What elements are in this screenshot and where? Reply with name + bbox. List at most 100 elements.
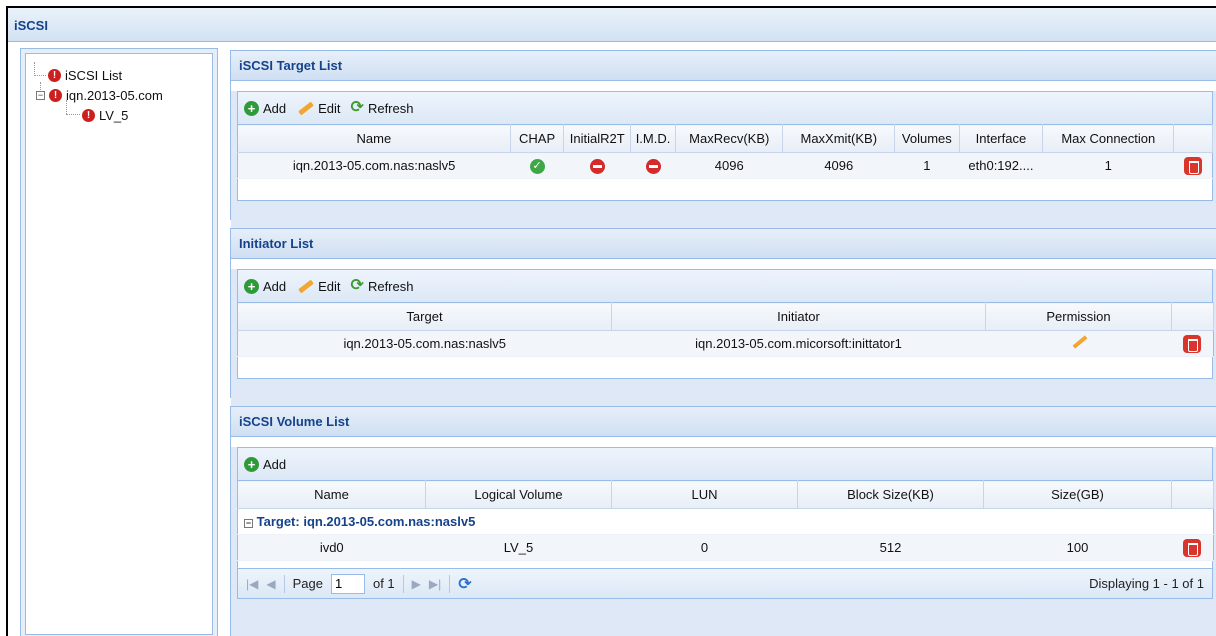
column-header[interactable]: Name bbox=[237, 480, 426, 509]
first-page-icon[interactable]: |◀ bbox=[246, 577, 258, 591]
table-row[interactable]: iqn.2013-05.com.nas:naslv5 ✓ 4096 4096 1… bbox=[237, 152, 1213, 179]
page-label: Page bbox=[292, 576, 323, 591]
panel-body: + Add Edit ⟳ Refresh Target Initiator Pe… bbox=[231, 269, 1216, 407]
main-header: iSCSI bbox=[8, 8, 1216, 42]
column-header[interactable]: InitialR2T bbox=[563, 124, 631, 153]
tree-connector bbox=[66, 100, 67, 114]
maxxmit-cell: 4096 bbox=[782, 152, 895, 179]
panel-header: iSCSI Target List bbox=[231, 51, 1216, 81]
tree-item-lv[interactable]: ! LV_5 bbox=[82, 108, 128, 123]
refresh-target-button[interactable]: ⟳ Refresh bbox=[350, 99, 414, 116]
add-icon: + bbox=[244, 100, 259, 116]
edit-pencil-icon bbox=[296, 101, 314, 115]
column-header[interactable]: Max Connection bbox=[1042, 124, 1175, 153]
initiator-name-cell: iqn.2013-05.com.micorsoft:inittator1 bbox=[611, 330, 986, 357]
column-header[interactable]: MaxXmit(KB) bbox=[782, 124, 896, 153]
column-header[interactable]: Interface bbox=[959, 124, 1044, 153]
volumes-cell: 1 bbox=[894, 152, 960, 179]
column-header[interactable]: Initiator bbox=[611, 302, 986, 331]
iscsi-target-icon: ! bbox=[48, 69, 61, 82]
delete-cell bbox=[1173, 152, 1213, 179]
column-header[interactable]: Name bbox=[237, 124, 511, 153]
initiator-target-cell: iqn.2013-05.com.nas:naslv5 bbox=[237, 330, 612, 357]
iscsi-target-icon: ! bbox=[49, 89, 62, 102]
column-header[interactable]: Block Size(KB) bbox=[797, 480, 984, 509]
collapse-toggle-icon[interactable]: − bbox=[36, 91, 45, 100]
volume-list-panel: iSCSI Volume List + Add Name Logical Vol… bbox=[230, 406, 1216, 636]
column-header[interactable]: LUN bbox=[611, 480, 798, 509]
refresh-icon[interactable]: ⟳ bbox=[458, 574, 471, 594]
panel-body: + Add Edit ⟳ Refresh Name CHAP InitialR2… bbox=[231, 91, 1216, 229]
block-size-cell: 512 bbox=[797, 534, 984, 561]
table-header-row: Name Logical Volume LUN Block Size(KB) S… bbox=[237, 480, 1214, 509]
column-header[interactable]: Target bbox=[237, 302, 612, 331]
initiator-table: Target Initiator Permission iqn.2013-05.… bbox=[237, 302, 1214, 357]
page-title: iSCSI bbox=[14, 18, 48, 33]
column-header[interactable]: Volumes bbox=[894, 124, 960, 153]
button-label: Edit bbox=[318, 100, 341, 116]
last-page-icon[interactable]: ▶| bbox=[429, 577, 441, 591]
table-empty-area bbox=[237, 561, 1213, 569]
table-header-row: Name CHAP InitialR2T I.M.D. MaxRecv(KB) … bbox=[237, 124, 1213, 153]
permission-cell bbox=[985, 330, 1172, 357]
edit-pencil-icon bbox=[296, 279, 314, 293]
edit-pencil-icon[interactable] bbox=[1069, 334, 1089, 350]
tree-item-target[interactable]: − ! iqn.2013-05.com bbox=[36, 88, 163, 103]
edit-target-button[interactable]: Edit bbox=[296, 101, 340, 116]
group-header: − Target: iqn.2013-05.com.nas:naslv5 bbox=[237, 508, 1214, 535]
add-icon: + bbox=[244, 278, 259, 294]
initiator-toolbar: + Add Edit ⟳ Refresh bbox=[237, 269, 1213, 302]
volume-table: Name Logical Volume LUN Block Size(KB) S… bbox=[237, 480, 1214, 561]
trash-icon[interactable] bbox=[1183, 156, 1202, 175]
column-header[interactable]: Size(GB) bbox=[983, 480, 1172, 509]
next-page-icon[interactable]: ▶ bbox=[412, 577, 421, 591]
target-name-cell: iqn.2013-05.com.nas:naslv5 bbox=[237, 152, 511, 179]
column-header[interactable]: MaxRecv(KB) bbox=[675, 124, 784, 153]
lun-cell: 0 bbox=[611, 534, 798, 561]
edit-initiator-button[interactable]: Edit bbox=[296, 279, 340, 294]
trash-icon[interactable] bbox=[1183, 538, 1202, 557]
imd-cell bbox=[630, 152, 676, 179]
refresh-icon: ⟳ bbox=[350, 277, 364, 294]
tree-item-iscsi-list[interactable]: ! iSCSI List bbox=[48, 68, 122, 83]
tree-connector bbox=[34, 62, 35, 76]
separator bbox=[283, 574, 285, 593]
add-initiator-button[interactable]: + Add bbox=[244, 278, 286, 294]
check-circle-icon: ✓ bbox=[529, 159, 545, 174]
button-label: Edit bbox=[318, 278, 341, 294]
panel-body: + Add Name Logical Volume LUN Block Size… bbox=[231, 447, 1216, 636]
tree-panel: ! iSCSI List − ! iqn.2013-05.com ! LV_5 bbox=[20, 48, 218, 636]
refresh-initiator-button[interactable]: ⟳ Refresh bbox=[350, 277, 414, 294]
add-volume-button[interactable]: + Add bbox=[244, 456, 286, 472]
table-header-row: Target Initiator Permission bbox=[237, 302, 1214, 331]
delete-cell bbox=[1171, 330, 1214, 357]
column-header[interactable]: CHAP bbox=[510, 124, 565, 153]
column-header[interactable]: Permission bbox=[985, 302, 1172, 331]
panel-title: iSCSI Volume List bbox=[239, 414, 350, 429]
separator bbox=[449, 574, 451, 593]
page-number-input[interactable] bbox=[330, 573, 365, 594]
display-count: Displaying 1 - 1 of 1 bbox=[1089, 576, 1204, 591]
add-icon: + bbox=[244, 456, 259, 472]
panel-title: Initiator List bbox=[239, 236, 314, 251]
no-entry-icon bbox=[589, 158, 605, 174]
collapse-toggle-icon[interactable]: − bbox=[244, 519, 253, 528]
tree-connector bbox=[66, 114, 80, 115]
column-header[interactable]: I.M.D. bbox=[630, 124, 677, 153]
target-table: Name CHAP InitialR2T I.M.D. MaxRecv(KB) … bbox=[237, 124, 1213, 179]
chap-cell: ✓ bbox=[510, 152, 564, 179]
table-row[interactable]: ivd0 LV_5 0 512 100 bbox=[237, 534, 1214, 561]
table-row[interactable]: iqn.2013-05.com.nas:naslv5 iqn.2013-05.c… bbox=[237, 330, 1214, 357]
initiator-list-panel: Initiator List + Add Edit ⟳ Refresh Targ… bbox=[230, 228, 1216, 407]
add-target-button[interactable]: + Add bbox=[244, 100, 286, 116]
trash-icon[interactable] bbox=[1183, 334, 1202, 353]
page-count-label: of 1 bbox=[372, 576, 395, 591]
prev-page-icon[interactable]: ◀ bbox=[266, 577, 275, 591]
logical-volume-cell: LV_5 bbox=[425, 534, 612, 561]
volume-toolbar: + Add bbox=[237, 447, 1213, 480]
tree-item-label: LV_5 bbox=[99, 108, 129, 123]
group-header-row[interactable]: − Target: iqn.2013-05.com.nas:naslv5 bbox=[237, 508, 1214, 535]
column-header[interactable]: Logical Volume bbox=[425, 480, 612, 509]
refresh-icon: ⟳ bbox=[350, 99, 364, 116]
target-toolbar: + Add Edit ⟳ Refresh bbox=[237, 91, 1213, 124]
